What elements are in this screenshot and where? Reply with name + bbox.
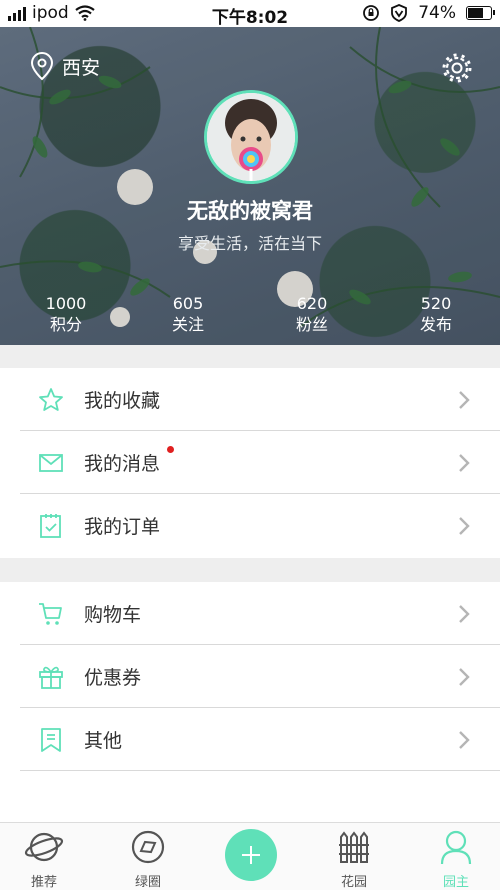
menu-item-label: 其他: [84, 730, 123, 752]
tab-label: 推荐: [30, 875, 57, 890]
location-label: 西安: [62, 56, 101, 79]
menu-item-messages[interactable]: 我的消息: [0, 431, 500, 494]
publish-button[interactable]: [225, 829, 277, 881]
username: 无敌的被窝君: [187, 199, 313, 223]
cart-icon: [39, 603, 62, 625]
tab-green-circle[interactable]: 绿圈: [118, 829, 178, 890]
menu-item-favorites[interactable]: 我的收藏: [0, 368, 500, 431]
stat-label: 发布: [419, 315, 452, 334]
stat-value: 605: [172, 294, 204, 313]
tagline: 享受生活，活在当下: [177, 234, 322, 253]
compass-icon: [131, 830, 165, 864]
avatar[interactable]: [204, 90, 298, 184]
rotation-lock-icon: [363, 5, 380, 21]
order-icon: [40, 514, 61, 538]
bookmark-icon: [41, 728, 61, 752]
planet-icon: [24, 832, 64, 862]
stat-points[interactable]: 1000 积分: [26, 294, 106, 336]
gear-icon[interactable]: [440, 51, 474, 85]
menu-item-coupons[interactable]: 优惠券: [0, 645, 500, 708]
stat-posts[interactable]: 520 发布: [396, 294, 476, 336]
avatar-image: [207, 93, 295, 181]
tab-label: 花园: [340, 875, 367, 890]
gift-icon: [39, 666, 63, 689]
battery-percent: 74%: [418, 3, 456, 23]
chevron-right-icon: [459, 517, 470, 535]
menu-item-label: 我的收藏: [84, 390, 161, 412]
battery-icon: [466, 6, 495, 20]
tab-label: 园主: [442, 875, 469, 890]
chevron-right-icon: [459, 391, 470, 409]
chevron-right-icon: [459, 605, 470, 623]
stat-following[interactable]: 605 关注: [148, 294, 228, 336]
tab-bar: 推荐 绿圈 花园 园主: [0, 822, 500, 890]
vpn-icon: [391, 4, 408, 22]
status-bar: ipod 下午8:02 74%: [0, 0, 500, 28]
stat-value: 1000: [45, 294, 87, 313]
stat-followers[interactable]: 620 粉丝: [272, 294, 352, 336]
menu-item-label: 购物车: [84, 604, 142, 626]
mail-icon: [39, 454, 63, 472]
tab-recommend[interactable]: 推荐: [14, 829, 74, 890]
status-right: 74%: [362, 3, 495, 23]
chevron-right-icon: [459, 668, 470, 686]
stat-label: 关注: [171, 315, 204, 334]
unread-badge: [167, 446, 174, 453]
menu-item-cart[interactable]: 购物车: [0, 582, 500, 645]
star-icon: [39, 388, 63, 411]
section-gap: [0, 345, 500, 368]
chevron-right-icon: [459, 454, 470, 472]
stat-label: 粉丝: [295, 315, 328, 334]
location-pin-icon: [30, 51, 54, 81]
menu-item-label: 优惠券: [84, 667, 142, 689]
stat-label: 积分: [49, 315, 82, 334]
fence-icon: [339, 831, 369, 863]
stat-value: 520: [420, 294, 452, 313]
location[interactable]: 西安: [28, 51, 100, 81]
divider: [20, 770, 500, 771]
menu-item-other[interactable]: 其他: [0, 708, 500, 771]
tab-garden[interactable]: 花园: [324, 829, 384, 890]
chevron-right-icon: [459, 731, 470, 749]
stats-row: 1000 积分 605 关注 620 粉丝 520 发布: [0, 294, 500, 338]
menu-item-label: 我的消息: [84, 453, 161, 475]
plus-icon: [242, 846, 260, 864]
menu-item-orders[interactable]: 我的订单: [0, 494, 500, 557]
section-gap: [0, 558, 500, 582]
stat-value: 620: [296, 294, 328, 313]
user-icon: [440, 830, 472, 865]
tab-label: 绿圈: [134, 875, 161, 890]
profile-header: 西安 无敌的被窝君 享受生活，活在当下 1000 积分 605 关注 620 粉…: [0, 27, 500, 345]
menu-item-label: 我的订单: [84, 516, 161, 538]
tab-owner[interactable]: 园主: [426, 829, 486, 890]
